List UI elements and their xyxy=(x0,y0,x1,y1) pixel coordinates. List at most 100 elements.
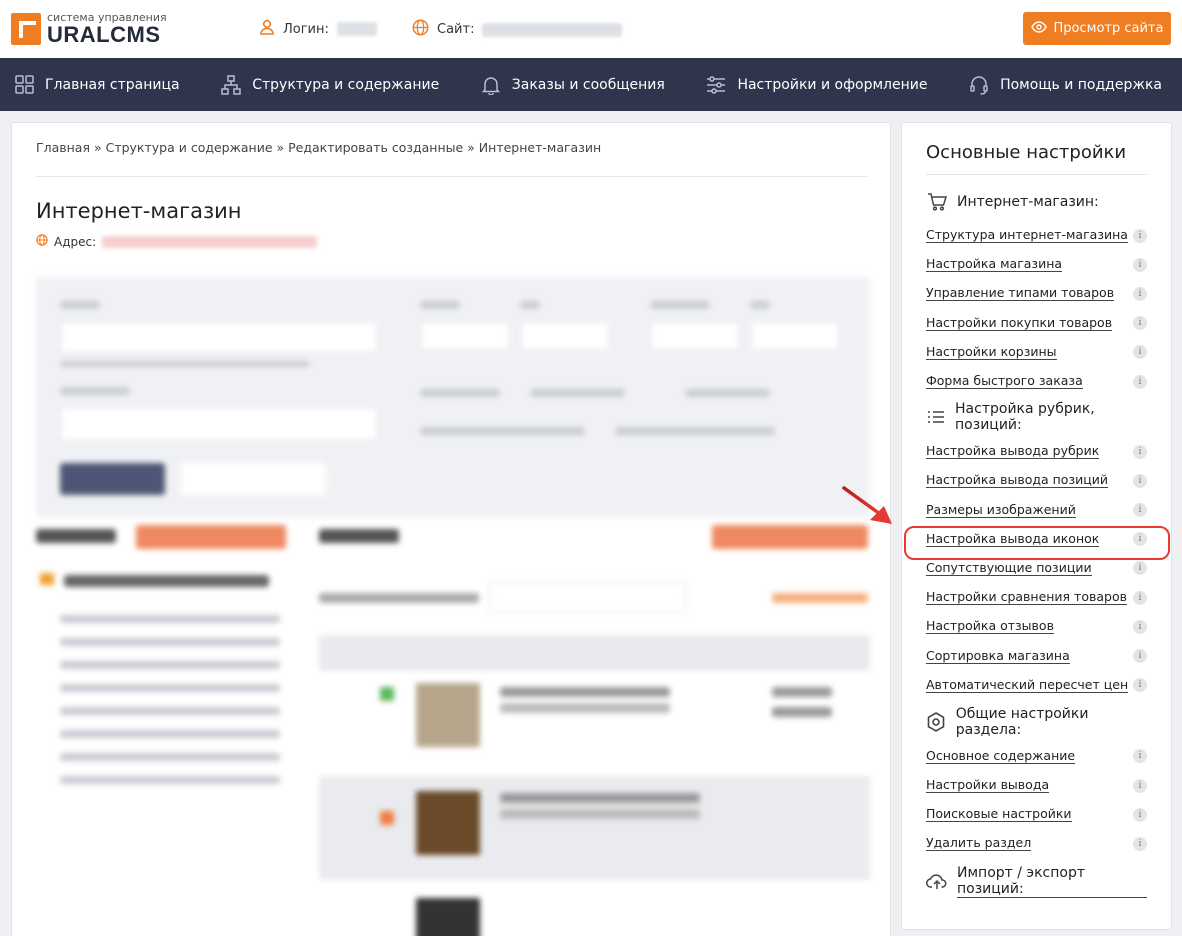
sidebar-link[interactable]: Форма быстрого заказа i xyxy=(926,367,1147,396)
nav-item-structure[interactable]: Структура и содержание xyxy=(221,74,440,95)
info-icon[interactable]: i xyxy=(1133,345,1147,360)
link-label[interactable]: Поисковые настройки xyxy=(926,807,1072,823)
info-icon[interactable]: i xyxy=(1133,444,1147,459)
info-icon[interactable]: i xyxy=(1133,374,1147,389)
view-site-label: Просмотр сайта xyxy=(1053,21,1164,36)
main-nav: Главная страница Структура и содержание … xyxy=(0,58,1182,111)
hexagon-gear-icon xyxy=(926,711,947,732)
list-icon xyxy=(926,410,946,424)
blurred-content xyxy=(12,263,890,936)
bell-icon xyxy=(481,75,501,95)
eye-icon xyxy=(1030,20,1047,37)
info-icon[interactable]: i xyxy=(1133,778,1147,793)
link-label[interactable]: Основное содержание xyxy=(926,748,1076,764)
sidebar-link[interactable]: Настройка вывода рубрик i xyxy=(926,437,1147,466)
link-label[interactable]: Сопутствующие позиции xyxy=(926,560,1092,576)
info-icon[interactable]: i xyxy=(1133,503,1147,518)
link-label[interactable]: Форма быстрого заказа xyxy=(926,374,1083,390)
sidebar-link[interactable]: Сортировка магазина i xyxy=(926,641,1147,670)
nav-label: Настройки и оформление xyxy=(737,76,928,93)
info-icon[interactable]: i xyxy=(1133,228,1147,243)
link-label[interactable]: Настройки сравнения товаров xyxy=(926,590,1127,606)
sidebar-link[interactable]: Настройка отзывов i xyxy=(926,612,1147,641)
link-label[interactable]: Настройки корзины xyxy=(926,344,1057,360)
site-info: Сайт: xyxy=(412,19,623,40)
sidebar-link[interactable]: Настройки сравнения товаров i xyxy=(926,583,1147,612)
nav-item-help[interactable]: Помощь и поддержка xyxy=(969,75,1162,95)
nav-label: Главная страница xyxy=(45,76,180,93)
info-icon[interactable]: i xyxy=(1133,807,1147,822)
sidebar-link[interactable]: Поисковые настройки i xyxy=(926,800,1147,829)
info-icon[interactable]: i xyxy=(1133,257,1147,272)
info-icon[interactable]: i xyxy=(1133,619,1147,634)
link-label[interactable]: Структура интернет-магазина xyxy=(926,228,1128,244)
grid-icon xyxy=(14,75,34,95)
section-title: Общие настройки раздела: xyxy=(955,705,1089,738)
sidebar-link[interactable]: Удалить раздел i xyxy=(926,829,1147,858)
link-label[interactable]: Настройка магазина xyxy=(926,257,1063,273)
section-shop: Интернет-магазин: xyxy=(926,191,1147,213)
sidebar-link[interactable]: Настройки покупки товаров i xyxy=(926,309,1147,338)
globe-icon xyxy=(412,19,429,40)
info-icon[interactable]: i xyxy=(1133,316,1147,331)
link-label[interactable]: Управление типами товаров xyxy=(926,286,1115,302)
user-icon xyxy=(259,19,275,39)
section-title: Интернет-магазин: xyxy=(957,194,1099,210)
section-import-export[interactable]: Импорт / экспорт позиций: xyxy=(926,865,1147,899)
sidebar-link[interactable]: Настройка вывода позиций i xyxy=(926,466,1147,495)
nav-item-orders[interactable]: Заказы и сообщения xyxy=(481,75,665,95)
nav-label: Заказы и сообщения xyxy=(511,76,665,93)
view-site-button[interactable]: Просмотр сайта xyxy=(1023,12,1171,45)
page-title: Интернет-магазин xyxy=(36,199,242,223)
link-label[interactable]: Настройка отзывов xyxy=(926,619,1054,635)
link-label[interactable]: Автоматический пересчет цен xyxy=(926,677,1129,693)
link-label[interactable]: Настройка вывода позиций xyxy=(926,473,1108,489)
filter-box xyxy=(36,277,870,517)
sidebar-link[interactable]: Управление типами товаров i xyxy=(926,279,1147,308)
login-value-blurred xyxy=(336,22,377,36)
info-icon[interactable]: i xyxy=(1133,678,1147,693)
logo[interactable]: система управления URALCMS xyxy=(11,12,167,46)
link-label[interactable]: Настройка вывода рубрик xyxy=(926,444,1100,460)
divider xyxy=(36,176,867,177)
cloud-upload-icon xyxy=(926,873,948,890)
site-label: Сайт: xyxy=(437,22,475,37)
highlight-frame xyxy=(904,526,1170,560)
info-icon[interactable]: i xyxy=(1133,561,1147,576)
sidebar-link[interactable]: Размеры изображений i xyxy=(926,496,1147,525)
globe-icon xyxy=(36,234,48,249)
headset-icon xyxy=(969,75,989,95)
sidebar-link[interactable]: Настройки вывода i xyxy=(926,771,1147,800)
info-icon[interactable]: i xyxy=(1133,749,1147,764)
info-icon[interactable]: i xyxy=(1133,649,1147,664)
info-icon[interactable]: i xyxy=(1133,590,1147,605)
nav-item-home[interactable]: Главная страница xyxy=(14,75,180,95)
address-value-blurred xyxy=(102,235,318,248)
sidebar-link[interactable]: Структура интернет-магазина i xyxy=(926,221,1147,250)
sidebar-link[interactable]: Основное содержание i xyxy=(926,742,1147,771)
info-icon[interactable]: i xyxy=(1133,473,1147,488)
red-arrow-icon xyxy=(842,486,892,524)
import-export-link[interactable]: Импорт / экспорт позиций: xyxy=(957,865,1147,899)
link-label[interactable]: Удалить раздел xyxy=(926,836,1032,852)
nav-item-settings[interactable]: Настройки и оформление xyxy=(706,75,927,95)
sidebar-title: Основные настройки xyxy=(926,142,1147,175)
sidebar-link[interactable]: Автоматический пересчет цен i xyxy=(926,671,1147,700)
info-icon[interactable]: i xyxy=(1133,286,1147,301)
info-icon[interactable]: i xyxy=(1133,836,1147,851)
nav-label: Структура и содержание xyxy=(252,76,440,93)
link-label[interactable]: Сортировка магазина xyxy=(926,648,1070,664)
top-header: система управления URALCMS Логин: Сайт: … xyxy=(0,0,1182,58)
section-rubrics: Настройка рубрик, позиций: xyxy=(926,401,1147,433)
cart-icon xyxy=(926,193,948,211)
address-label: Адрес: xyxy=(54,234,97,249)
logo-mark-icon xyxy=(11,13,41,45)
link-label[interactable]: Настройки вывода xyxy=(926,778,1050,794)
login-info: Логин: xyxy=(259,19,377,39)
nav-label: Помощь и поддержка xyxy=(1000,76,1162,93)
link-label[interactable]: Размеры изображений xyxy=(926,502,1076,518)
breadcrumb[interactable]: Главная » Структура и содержание » Редак… xyxy=(36,140,601,155)
sidebar-link[interactable]: Настройка магазина i xyxy=(926,250,1147,279)
sidebar-link[interactable]: Настройки корзины i xyxy=(926,338,1147,367)
link-label[interactable]: Настройки покупки товаров xyxy=(926,315,1113,331)
